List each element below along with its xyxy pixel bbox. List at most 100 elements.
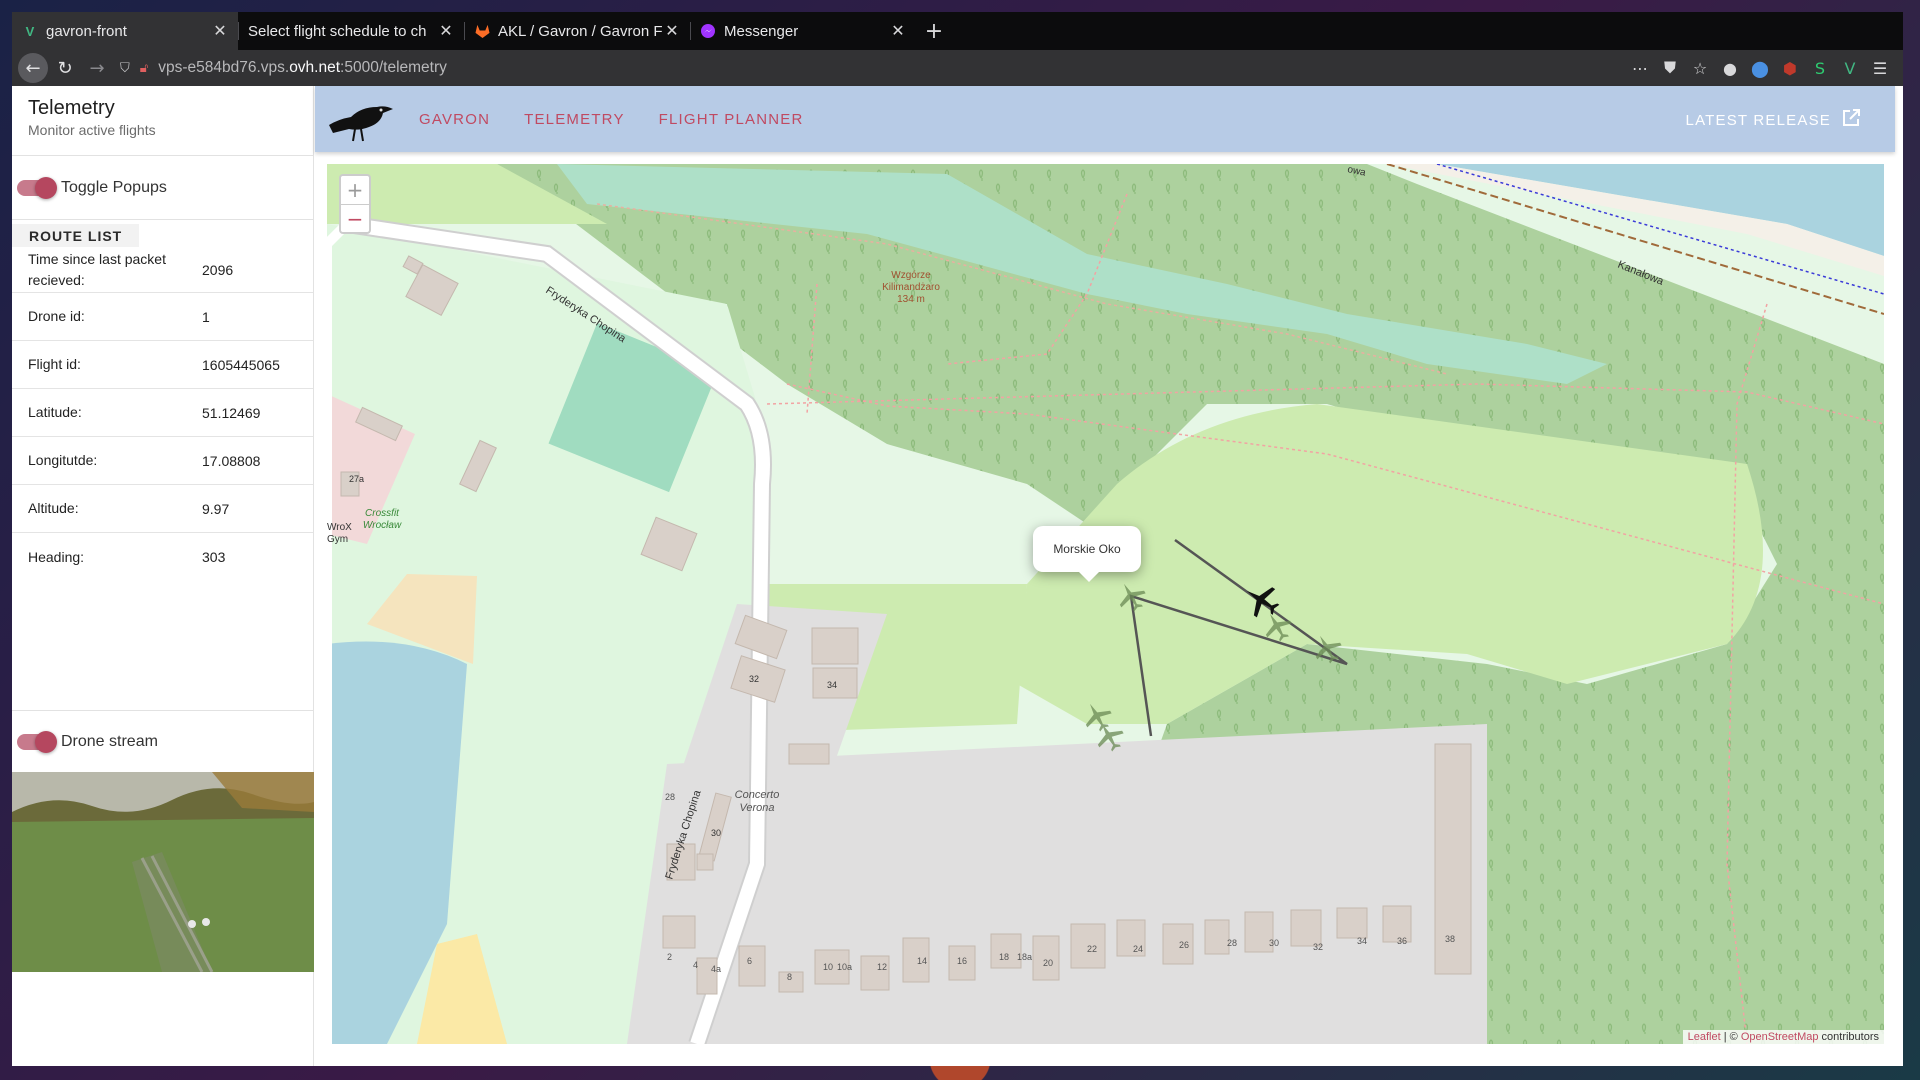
telemetry-row-longitude: Longitutde: 17.08808 [12,437,313,485]
attribution-tail: contributors [1818,1031,1879,1043]
tab-flight-schedule[interactable]: Select flight schedule to ch ✕ [238,12,464,50]
route-list-heading: ROUTE LIST [12,224,140,247]
building-number: 27a [349,474,364,484]
telemetry-row-altitude: Altitude: 9.97 [12,485,313,533]
map-view[interactable]: Fryderyka Chopina Fryderyka Chopina Kana… [327,164,1884,1044]
sidebar: Telemetry Monitor active flights Toggle … [12,86,314,1066]
gitlab-icon [474,23,490,39]
tab-title: Select flight schedule to ch [248,22,427,40]
place-label: Verona [739,802,774,814]
house-number: 32 [1313,942,1323,952]
nav-flight-planner[interactable]: FLIGHT PLANNER [659,111,804,128]
house-number: 20 [1043,958,1053,968]
leaflet-link[interactable]: Leaflet [1688,1031,1721,1043]
new-tab-icon[interactable]: + [916,19,952,44]
map-popup[interactable]: Morskie Oko [1033,526,1141,582]
telemetry-value: 303 [202,549,226,565]
tab-bar: V gavron-front ✕ Select flight schedule … [12,12,1903,50]
telemetry-label: Heading: [28,548,85,565]
zoom-in-button[interactable]: + [341,176,369,204]
close-tab-icon[interactable]: ✕ [438,21,454,41]
zoom-control: + − [339,174,371,234]
gym-label: Gym [327,534,348,545]
shield-icon[interactable]: ⛉ [120,60,130,76]
drone-stream-switch[interactable] [17,730,57,753]
tab-gitlab[interactable]: AKL / Gavron / Gavron F ✕ [464,12,690,50]
telemetry-label: Altitude: [28,500,79,517]
house-number: 28 [1227,938,1237,948]
telemetry-row-time: Time since last packet recieved: 2096 [12,247,313,293]
house-number: 18 [999,952,1009,962]
osm-link[interactable]: OpenStreetMap [1741,1031,1819,1043]
insecure-lock-icon[interactable]: 🔓︎ [140,60,148,76]
extension-s-icon[interactable]: S [1811,59,1829,78]
nav-telemetry[interactable]: TELEMETRY [524,111,625,128]
drone-stream-row[interactable]: Drone stream [12,710,313,772]
telemetry-row-heading: Heading: 303 [12,533,313,581]
house-number: 10 [823,962,833,972]
map-attribution: Leaflet | © OpenStreetMap contributors [1682,1030,1884,1044]
close-tab-icon[interactable]: ✕ [890,21,906,41]
tab-title: AKL / Gavron / Gavron F [498,22,663,40]
gym-label: Wrocław [363,520,402,531]
zoom-out-button[interactable]: − [341,204,369,232]
latest-release-link[interactable]: LATEST RELEASE [1686,108,1861,132]
house-number: 4 [693,960,698,970]
place-label: Concerto [735,789,780,801]
close-tab-icon[interactable]: ✕ [664,21,680,41]
house-number: 6 [747,956,752,966]
back-icon[interactable]: ← [18,53,48,83]
telemetry-value: 51.12469 [202,404,261,421]
vue-devtools-icon[interactable]: V [1841,59,1859,78]
house-number: 2 [667,952,672,962]
account-icon[interactable]: ● [1721,59,1739,78]
toggle-popups-switch[interactable] [17,176,57,199]
telemetry-value: 1 [202,308,210,325]
telemetry-value: 2096 [202,261,234,278]
toggle-popups-label: Toggle Popups [61,178,167,196]
house-number: 14 [917,956,927,966]
crow-logo-icon[interactable] [321,86,401,152]
toggle-popups-row[interactable]: Toggle Popups [12,156,313,220]
close-tab-icon[interactable]: ✕ [212,21,228,41]
forward-icon[interactable]: → [82,53,112,83]
switch-knob [35,176,57,199]
url-bar[interactable]: ⛉ 🔓︎ vps-e584bd76.vps. ovh.net:5000/telem… [114,53,1631,83]
tab-gavron-front[interactable]: V gavron-front ✕ [12,12,238,50]
app-bar: GAVRON TELEMETRY FLIGHT PLANNER LATEST R… [315,86,1895,152]
reload-icon[interactable]: ↻ [50,53,80,83]
house-number: 38 [1445,934,1455,944]
tab-messenger[interactable]: Messenger ✕ [690,12,916,50]
page: Telemetry Monitor active flights Toggle … [12,86,1903,1066]
telemetry-label: Drone id: [28,308,85,325]
telemetry-row-latitude: Latitude: 51.12469 [12,389,313,437]
house-number: 36 [1397,936,1407,946]
telemetry-value: 1605445065 [202,356,280,373]
ublock-icon[interactable]: ⬢ [1781,59,1799,78]
sidebar-subtitle: Monitor active flights [28,122,156,138]
page-actions-icon[interactable]: ⋯ [1631,59,1649,78]
house-number: 12 [877,962,887,972]
nav-gavron[interactable]: GAVRON [419,111,490,128]
hill-height: 134 m [897,294,925,305]
messenger-icon [700,23,716,39]
house-number: 10a [837,962,852,972]
house-number: 26 [1179,940,1189,950]
browser-window: V gavron-front ✕ Select flight schedule … [12,12,1903,1066]
house-number: 28 [665,792,675,802]
toolbar-icons: ⋯ ⛊ ☆ ● ⬤ ⬢ S V ☰ [1631,58,1897,78]
extension-blue-icon[interactable]: ⬤ [1751,59,1769,78]
house-number: 4a [711,964,721,974]
house-number: 30 [1269,938,1279,948]
hill-label: Wzgórze [891,270,931,281]
menu-icon[interactable]: ☰ [1871,59,1889,78]
pocket-icon[interactable]: ⛊ [1661,58,1679,78]
gym-label: Crossfit [365,508,400,519]
house-number: 34 [1357,936,1367,946]
telemetry-label: Latitude: [28,404,82,421]
house-number: 18a [1017,952,1032,962]
telemetry-row-drone-id: Drone id: 1 [12,293,313,341]
drone-stream-label: Drone stream [61,732,158,750]
bookmark-star-icon[interactable]: ☆ [1691,59,1709,78]
url-host: ovh.net [289,59,341,76]
